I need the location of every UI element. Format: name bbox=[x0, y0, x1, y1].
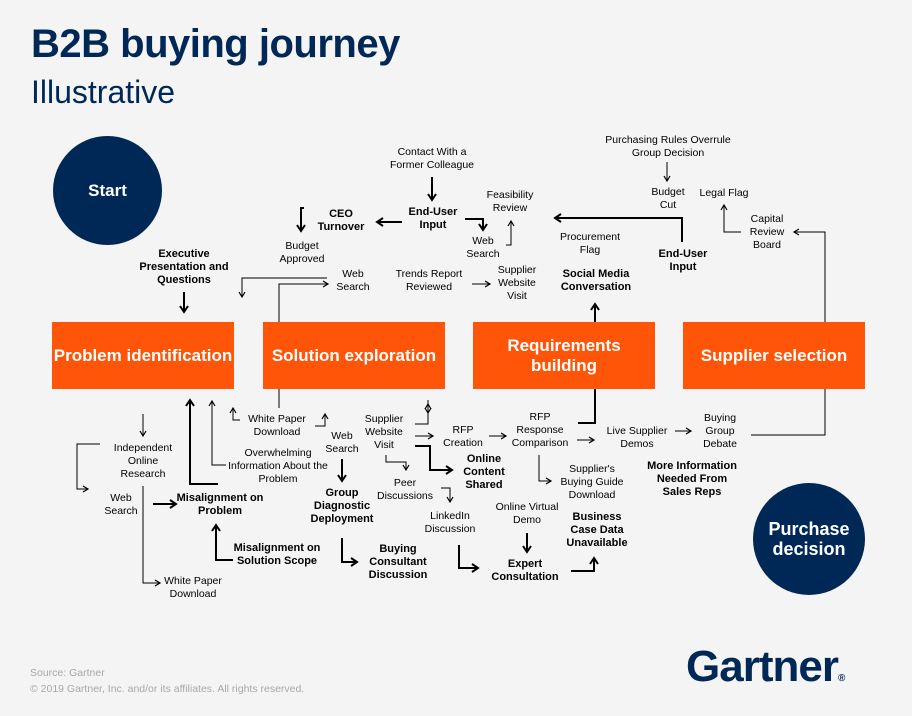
node-web-search-center: Web Search bbox=[325, 430, 359, 455]
node-peer-discussions: Peer Discussions bbox=[376, 477, 434, 502]
node-rfp-response-comparison: RFP Response Comparison bbox=[511, 411, 569, 449]
arrow-whitepaper-up bbox=[315, 412, 329, 427]
arrow-enduser-to-websearch bbox=[465, 218, 488, 232]
node-web-search-left: Web Search bbox=[104, 492, 138, 517]
node-web-search-top: Web Search bbox=[466, 235, 500, 260]
node-misalignment-problem: Misalignment on Problem bbox=[176, 492, 264, 517]
node-independent-research: Independent Online Research bbox=[113, 442, 173, 480]
start-circle: Start bbox=[53, 136, 162, 245]
arrow-websearch-to-feasibility bbox=[506, 219, 515, 246]
stage-solution-exploration: Solution exploration bbox=[263, 322, 445, 389]
node-more-information-needed: More Information Needed From Sales Reps bbox=[647, 460, 737, 498]
node-white-paper-bottom: White Paper Download bbox=[164, 575, 222, 600]
arrow-research-loop bbox=[76, 443, 100, 493]
arrow-whitepaper-to-problem bbox=[229, 406, 240, 421]
node-budget-approved: Budget Approved bbox=[279, 240, 325, 265]
node-end-user-input-2: End-User Input bbox=[658, 248, 708, 273]
node-supplier-website-visit-top: Supplier Website Visit bbox=[497, 264, 537, 302]
arrow-overwhelm-to-problem bbox=[208, 399, 226, 466]
copyright-note: © 2019 Gartner, Inc. and/or its affiliat… bbox=[30, 683, 305, 695]
stage-supplier-selection: Supplier selection bbox=[683, 322, 865, 389]
node-procurement-flag: Procurement Flag bbox=[559, 231, 621, 256]
stage-problem-identification: Problem identification bbox=[52, 322, 234, 389]
node-supplier-website-visit-mid: Supplier Website Visit bbox=[364, 413, 404, 451]
arrow-misalign-to-problem bbox=[185, 398, 218, 485]
node-ceo-turnover: CEO Turnover bbox=[317, 208, 365, 233]
stage-requirements-building: Requirements building bbox=[473, 322, 655, 389]
arrow-solution-to-websearch bbox=[278, 280, 330, 322]
arrow-supplier-to-peer bbox=[385, 455, 410, 472]
node-rfp-creation: RFP Creation bbox=[443, 424, 483, 449]
arrow-websearch-down bbox=[238, 277, 327, 299]
node-legal-flag: Legal Flag bbox=[699, 187, 749, 199]
source-note: Source: Gartner bbox=[30, 667, 105, 679]
gartner-logo-text: Gartner bbox=[686, 642, 839, 691]
arrow-requirements-down bbox=[578, 389, 596, 424]
node-executive-presentation: Executive Presentation and Questions bbox=[139, 248, 229, 286]
node-online-content-shared: Online Content Shared bbox=[463, 453, 505, 491]
node-budget-cut: Budget Cut bbox=[651, 186, 685, 211]
purchase-decision-circle: Purchase decision bbox=[753, 483, 865, 595]
node-buying-group-debate: Buying Group Debate bbox=[703, 412, 737, 450]
registered-mark: ® bbox=[837, 673, 846, 684]
node-capital-review-board: Capital Review Board bbox=[749, 213, 785, 251]
node-suppliers-buying-guide: Supplier's Buying Guide Download bbox=[560, 463, 624, 501]
gartner-logo: Gartner® bbox=[686, 642, 845, 692]
node-buying-consultant: Buying Consultant Discussion bbox=[368, 543, 428, 581]
node-end-user-input: End-User Input bbox=[408, 206, 458, 231]
arrow-supplier-to-top bbox=[415, 402, 432, 425]
node-linkedin-discussion: LinkedIn Discussion bbox=[424, 510, 476, 535]
node-expert-consultation: Expert Consultation bbox=[491, 558, 559, 583]
arrow-ceo-to-budget bbox=[296, 207, 306, 233]
arrow-expert-to-business bbox=[571, 556, 599, 572]
node-live-supplier-demos: Live Supplier Demos bbox=[606, 425, 668, 450]
arrow-debate-to-supplier bbox=[751, 389, 826, 436]
arrow-peer-to-linkedin bbox=[441, 487, 454, 504]
arrow-research-to-whitepaper bbox=[142, 486, 162, 587]
arrow-scope-to-misalign bbox=[211, 523, 233, 561]
node-purchasing-rules: Purchasing Rules Overrule Group Decision bbox=[605, 134, 731, 159]
arrow-linkedin-to-expert bbox=[458, 545, 480, 573]
arrow-supplier-to-capital bbox=[792, 228, 826, 322]
arrow-group-to-consultant bbox=[341, 538, 359, 567]
node-misalignment-scope: Misalignment on Solution Scope bbox=[233, 542, 321, 567]
node-trends-report: Trends Report Reviewed bbox=[395, 268, 463, 293]
node-business-case-unavailable: Business Case Data Unavailable bbox=[566, 511, 628, 549]
arrow-response-to-guide bbox=[538, 455, 553, 485]
node-social-media-conversation: Social Media Conversation bbox=[560, 268, 632, 293]
node-feasibility-review: Feasibility Review bbox=[486, 189, 534, 214]
node-online-virtual-demo: Online Virtual Demo bbox=[495, 501, 559, 526]
node-web-search-mid: Web Search bbox=[336, 268, 370, 293]
arrow-capital-to-legal bbox=[720, 203, 741, 233]
node-contact-former-colleague: Contact With a Former Colleague bbox=[389, 146, 475, 171]
node-overwhelming-info: Overwhelming Information About the Probl… bbox=[228, 447, 328, 485]
node-white-paper-top: White Paper Download bbox=[248, 413, 306, 438]
